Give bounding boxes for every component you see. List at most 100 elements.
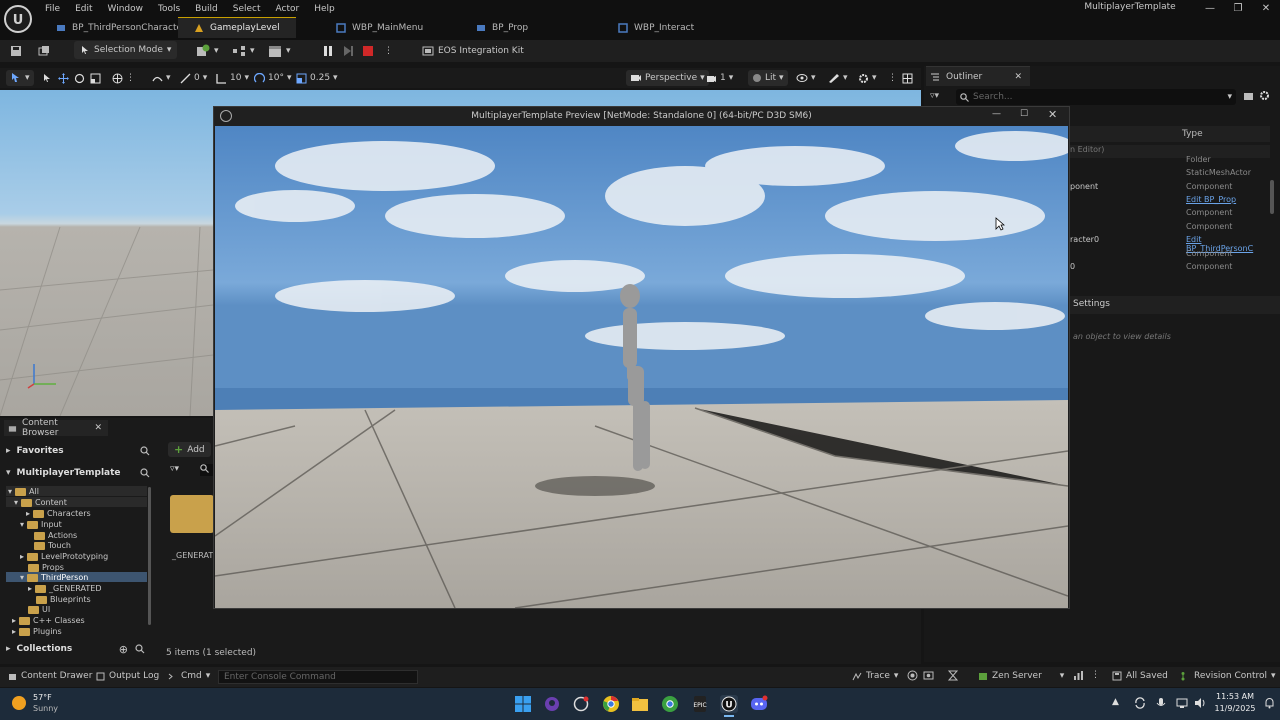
pause-button[interactable] [322,42,334,60]
layout-icon[interactable] [898,70,917,86]
type-column-header[interactable]: Type [1182,129,1203,139]
search-icon[interactable] [140,446,150,456]
weather-temp[interactable]: 57°F [33,693,52,702]
tree-item[interactable]: ▸ LevelPrototyping [20,551,108,562]
world-local-icon[interactable]: ⋮ [108,70,139,86]
outliner-search-input[interactable]: Search... ▾ [956,89,1236,105]
menu-tools[interactable]: Tools [158,4,180,14]
menu-help[interactable]: Help [314,4,335,14]
settings-button[interactable]: ▾ [854,70,881,86]
folder-thumbnail-icon[interactable] [170,495,214,533]
outliner-row[interactable]: Component [1070,208,1270,221]
network-icon[interactable] [1176,697,1188,709]
filter-icon[interactable]: ▿▾ [930,91,939,101]
zen-server-dropdown[interactable]: Zen Server ▾ [978,671,1064,681]
notification-bell-icon[interactable] [1264,697,1275,709]
outliner-row[interactable]: 0 Component [1070,262,1270,275]
details-settings-label[interactable]: Settings [1073,299,1110,309]
eos-integration-kit-button[interactable]: EOS Integration Kit [422,42,524,60]
openai-icon[interactable] [572,695,590,713]
game-scene[interactable] [215,126,1068,608]
output-log-button[interactable]: Output Log [96,671,159,681]
blueprint-menu-button[interactable]: ▾ [232,42,255,60]
content-browser-tab[interactable]: Content Browser ✕ [4,418,108,438]
menu-actor[interactable]: Actor [276,4,300,14]
maximize-icon[interactable]: ❐ [1224,0,1252,16]
skip-frame-button[interactable] [342,42,354,60]
hourglass-icon[interactable] [948,670,958,681]
outliner-tab[interactable]: Outliner ✕ [926,66,1030,86]
unreal-editor-icon[interactable]: U [720,695,738,713]
screenshot-icon[interactable] [923,670,934,681]
tree-item[interactable]: ▸ Plugins [12,626,62,637]
outliner-row[interactable]: Folder [1070,155,1270,168]
content-drawer-button[interactable]: Content Drawer [8,671,92,681]
derived-data-icon[interactable] [1073,670,1084,681]
add-collection-icon[interactable]: ⊕ [119,643,128,656]
scale-icon[interactable] [86,70,105,86]
rotation-snap-button[interactable]: 0 ▾ [176,70,211,86]
github-icon[interactable] [543,695,561,713]
chevron-up-icon[interactable]: ▲ [1112,697,1119,707]
outliner-row[interactable]: Edit BP_Prop [1070,195,1270,208]
discord-icon[interactable] [750,695,768,713]
microphone-icon[interactable] [1156,697,1166,709]
minimize-icon[interactable]: — [992,109,1001,119]
windows-start-icon[interactable] [514,695,532,713]
save-icon[interactable] [10,42,22,60]
close-icon[interactable]: ✕ [1048,108,1057,121]
camera-speed-button[interactable]: 1 ▾ [702,70,737,86]
more-options-icon[interactable]: ⋮ [1091,670,1100,680]
trace-dropdown[interactable]: Trace ▾ [852,671,898,681]
angle-snap-button[interactable]: 10° ▾ [250,70,295,86]
maximize-icon[interactable]: ☐ [1020,109,1028,119]
outliner-row[interactable]: racter0 Edit BP_ThirdPersonC [1070,235,1270,253]
minimize-icon[interactable]: — [1196,0,1224,16]
menu-file[interactable]: File [45,4,60,14]
tab-bp-prop[interactable]: BP_Prop [460,17,544,38]
asset-search-input[interactable] [200,464,214,476]
outliner-row[interactable]: ponent Component [1070,182,1270,195]
menu-window[interactable]: Window [108,4,144,14]
tree-item[interactable]: UI [28,604,50,615]
stop-button[interactable] [362,42,374,60]
menu-build[interactable]: Build [195,4,218,14]
play-options-icon[interactable]: ⋮ [384,42,393,60]
cinematics-button[interactable]: ▾ [268,42,291,60]
outliner-row[interactable]: Component [1070,222,1270,235]
performance-scalability-button[interactable]: ▾ [824,70,852,86]
add-button[interactable]: + Add [168,442,211,457]
tree-item[interactable]: Touch [34,540,71,551]
tree-item[interactable]: ▸ _GENERATED [28,583,102,594]
filter-dropdown[interactable]: ▿▾ [170,464,179,474]
chrome-profile-icon[interactable] [661,695,679,713]
tree-scrollbar[interactable] [148,487,151,625]
project-header[interactable]: ▾ MultiplayerTemplate [6,466,150,480]
chevron-down-icon[interactable]: ▾ [1227,92,1232,102]
search-icon[interactable] [140,468,150,478]
collections-header[interactable]: ▸ Collections ⊕ [6,642,150,656]
revision-control-dropdown[interactable]: Revision Control ▾ [1180,671,1276,681]
tab-wbp-interact[interactable]: WBP_Interact [602,17,710,38]
content-icon[interactable] [38,42,50,60]
search-icon[interactable] [135,644,145,654]
file-explorer-icon[interactable] [631,695,649,713]
edit-bp-prop-link[interactable]: Edit BP_Prop [1186,195,1236,204]
epic-games-icon[interactable]: EPIC [691,695,709,713]
favorites-header[interactable]: ▸ Favorites [6,444,150,458]
scale-snap-button[interactable]: 0.25 ▾ [292,70,342,86]
perspective-dropdown[interactable]: Perspective ▾ [626,70,709,86]
record-icon[interactable] [907,670,918,681]
close-icon[interactable]: ✕ [94,423,102,433]
tree-item[interactable]: ▾ All [8,486,39,497]
selection-mode-dropdown[interactable]: Selection Mode ▾ [74,41,178,59]
outliner-row[interactable]: Component [1070,249,1270,262]
all-saved-button[interactable]: All Saved [1112,671,1168,681]
tree-item[interactable]: ▸ Characters [26,508,91,519]
settings-icon[interactable] [1259,90,1270,101]
tree-item[interactable]: ▾ Input [20,519,62,530]
close-icon[interactable]: ✕ [1014,72,1022,82]
sync-icon[interactable] [1134,697,1146,709]
tree-item[interactable]: ▸ C++ Classes [12,615,85,626]
outliner-row[interactable]: StaticMeshActor [1070,168,1270,181]
